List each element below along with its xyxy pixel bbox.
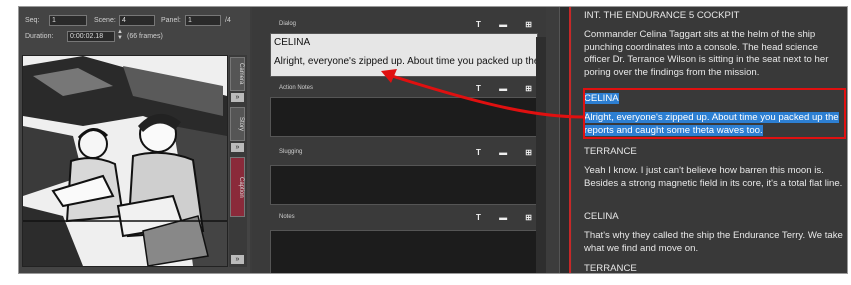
storyboard-app-window: Seq: 1 Scene: 4 Panel: 1 /4 Duration: 0:… xyxy=(18,6,848,274)
callout-arrow-icon xyxy=(381,69,585,119)
